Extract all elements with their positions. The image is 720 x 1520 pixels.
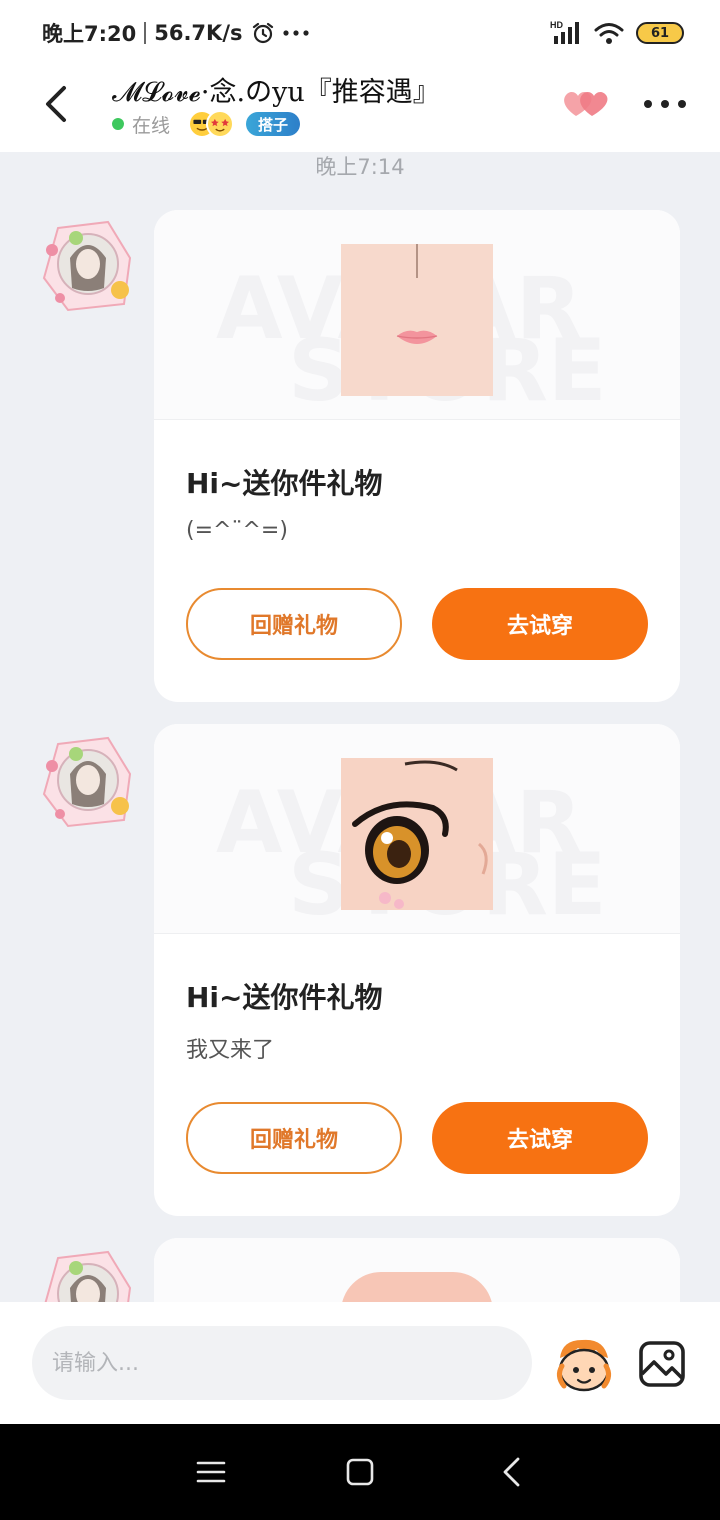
status-divider: [144, 22, 147, 44]
sender-avatar[interactable]: [38, 218, 138, 314]
recent-apps-icon[interactable]: [196, 1460, 226, 1484]
gift-message-card: AVATAR STORE Hi~送你件礼物 我又来了 回赠礼物 去试穿: [154, 724, 680, 1216]
status-time: 晚上7:20: [42, 22, 137, 46]
starry-face-icon: [206, 110, 235, 138]
online-status-row: 在线 搭子: [112, 110, 301, 138]
message-input[interactable]: [32, 1326, 532, 1400]
emoji-badge: [188, 110, 235, 138]
buddy-badge: 搭子: [246, 112, 301, 136]
more-dot: [678, 100, 686, 108]
status-bar: 晚上7:20 56.7K/s HD 61: [0, 0, 720, 66]
item-thumbnail[interactable]: [341, 1272, 493, 1302]
more-dot: [661, 100, 669, 108]
online-status-text: 在线: [132, 114, 171, 137]
return-gift-button[interactable]: 回赠礼物: [186, 588, 402, 660]
system-navigation-bar: [0, 1424, 720, 1520]
system-back-icon[interactable]: [500, 1456, 522, 1488]
gift-message-card: AVATAR STORE Hi~送你件礼物 (=^¨^=) 回赠礼物 去试穿: [154, 210, 680, 702]
try-on-button[interactable]: 去试穿: [432, 1102, 648, 1174]
eye-item-thumbnail[interactable]: [341, 758, 493, 910]
gift-title: Hi~送你件礼物: [186, 467, 383, 500]
chat-area[interactable]: 晚上7:14 AVATAR STORE Hi~送你件礼物 (=^¨^=) 回赠礼…: [0, 152, 720, 1302]
more-notifications-icon: [282, 30, 309, 36]
online-dot: [112, 118, 124, 130]
gift-message-text: 我又来了: [186, 1038, 275, 1063]
battery-indicator: 61: [636, 22, 684, 44]
sender-avatar[interactable]: [38, 1248, 138, 1302]
gift-card-banner: AVATAR STORE: [154, 210, 680, 420]
signal-icon: HD: [550, 20, 579, 44]
sender-avatar[interactable]: [38, 734, 138, 830]
lips-item-thumbnail[interactable]: [341, 244, 493, 396]
double-heart-icon[interactable]: [560, 86, 610, 122]
gift-card-banner: AVATAR STORE: [154, 724, 680, 934]
more-options-button[interactable]: [644, 92, 686, 116]
svg-text:HD: HD: [550, 20, 563, 30]
battery-level: 61: [650, 25, 670, 41]
back-arrow-icon[interactable]: [38, 84, 74, 124]
chat-header: 𝓜𝓛𝓸𝓿𝓮·念.のyu『推容遇』 在线 搭子: [0, 66, 720, 152]
contact-name[interactable]: 𝓜𝓛𝓸𝓿𝓮·念.のyu『推容遇』: [112, 70, 440, 109]
gift-message-card: AVATAR: [154, 1238, 680, 1302]
more-dot: [644, 100, 652, 108]
return-gift-button[interactable]: 回赠礼物: [186, 1102, 402, 1174]
network-speed: 56.7K/s: [154, 21, 243, 45]
gift-title: Hi~送你件礼物: [186, 981, 383, 1014]
message-input-bar: [0, 1302, 720, 1424]
gift-message-text: (=^¨^=): [186, 518, 288, 543]
home-icon[interactable]: [346, 1458, 374, 1486]
try-on-button[interactable]: 去试穿: [432, 588, 648, 660]
alarm-icon: [252, 22, 273, 44]
image-picker-icon[interactable]: [638, 1340, 686, 1388]
wifi-icon: [594, 23, 624, 44]
mascot-sticker-icon[interactable]: [552, 1336, 616, 1394]
message-timestamp: 晚上7:14: [315, 155, 405, 179]
gift-card-banner: AVATAR: [154, 1238, 680, 1302]
